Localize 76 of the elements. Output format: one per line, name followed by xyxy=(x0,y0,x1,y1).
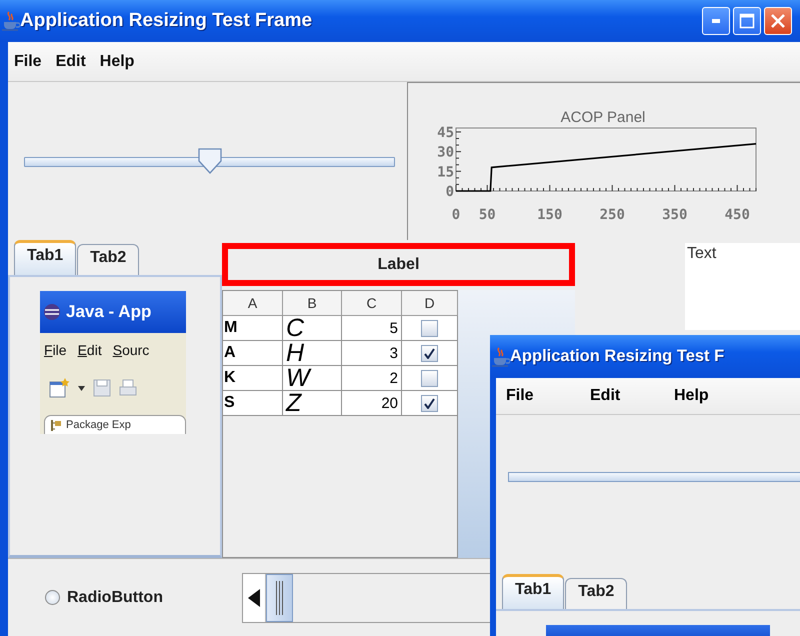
table-cell: 3 xyxy=(342,341,402,366)
radio-button[interactable] xyxy=(45,590,60,605)
menu-item[interactable]: Help xyxy=(94,52,142,70)
x-tick-label: 50 xyxy=(478,207,496,223)
radio-label[interactable]: RadioButton xyxy=(67,588,163,606)
tab[interactable]: Tab1 xyxy=(14,240,76,275)
scroll-left-button[interactable] xyxy=(243,574,266,622)
embedded-menu-item[interactable]: File xyxy=(44,342,67,358)
slider-thumb[interactable] xyxy=(198,148,222,174)
column-header[interactable]: B xyxy=(283,291,342,316)
table-cell: 20 xyxy=(342,391,402,416)
y-tick-label: 0 xyxy=(446,184,454,200)
caret-icon xyxy=(78,386,85,390)
y-tick-label: 30 xyxy=(437,144,454,161)
table-cell: S xyxy=(223,391,283,416)
table-cell: M xyxy=(223,316,283,341)
save-icon xyxy=(93,379,111,397)
new-file-icon xyxy=(48,377,70,399)
checkbox[interactable] xyxy=(421,370,438,386)
maximize-button[interactable] xyxy=(733,7,761,35)
menu-item[interactable]: Edit xyxy=(580,387,664,405)
coffee-cup-icon xyxy=(0,10,20,32)
table-cell: 2 xyxy=(342,366,402,391)
close-icon xyxy=(770,13,786,29)
menu-item[interactable]: File xyxy=(8,52,50,70)
embedded-menu-item[interactable]: Edit xyxy=(78,342,102,358)
left-arrow-icon xyxy=(248,588,260,606)
x-tick-label: 0 xyxy=(452,207,460,223)
menu-item[interactable]: Help xyxy=(664,387,748,405)
scrollbar-track[interactable] xyxy=(242,572,491,622)
grip-icon xyxy=(275,580,284,614)
tab[interactable]: Tab1 xyxy=(502,574,564,609)
checkbox[interactable] xyxy=(421,344,438,362)
column-header[interactable]: C xyxy=(342,291,402,316)
table-cell: A xyxy=(223,341,283,366)
x-tick-label: 350 xyxy=(662,207,688,223)
table-cell: 5 xyxy=(342,316,402,341)
maximize-icon xyxy=(739,13,755,29)
window-title: Application Resizing Test Frame xyxy=(20,10,312,32)
table-cell: C xyxy=(283,316,342,341)
close-button[interactable] xyxy=(764,7,792,35)
embedded-window-title: Java - App xyxy=(66,302,152,322)
table-cell: W xyxy=(283,366,342,391)
table-cell: K xyxy=(223,366,283,391)
checkmark-icon xyxy=(424,398,435,408)
chart-title: ACOP Panel xyxy=(560,109,646,126)
package-icon xyxy=(51,420,62,430)
y-tick-label: 45 xyxy=(437,124,454,141)
minimize-icon xyxy=(712,19,720,23)
slider-track[interactable] xyxy=(508,472,800,482)
tab[interactable]: Tab2 xyxy=(77,244,140,275)
menu-item[interactable]: Edit xyxy=(50,52,94,70)
column-header[interactable]: A xyxy=(223,291,283,316)
table-cell: H xyxy=(283,341,342,366)
scrollbar-thumb[interactable] xyxy=(266,574,293,622)
slider-track[interactable] xyxy=(24,148,395,174)
window-title: Application Resizing Test F xyxy=(510,347,724,366)
label-box: Label xyxy=(222,243,575,286)
sphere-icon xyxy=(43,303,61,321)
checkbox[interactable] xyxy=(421,320,438,336)
embedded-menu-item[interactable]: Sourc xyxy=(112,342,150,358)
menu-item[interactable]: File xyxy=(496,387,580,405)
checkmark-icon xyxy=(424,348,435,358)
print-icon xyxy=(119,379,137,397)
minimize-button[interactable] xyxy=(702,7,730,35)
coffee-cup-icon xyxy=(490,346,510,368)
text-area[interactable]: Text xyxy=(685,243,800,330)
checkbox[interactable] xyxy=(421,394,438,412)
x-tick-label: 450 xyxy=(724,207,750,223)
table-cell: Z xyxy=(283,391,342,416)
x-tick-label: 150 xyxy=(537,207,562,223)
y-tick-label: 15 xyxy=(437,164,454,180)
x-tick-label: 250 xyxy=(600,207,625,223)
column-header[interactable]: D xyxy=(402,291,458,316)
tab[interactable]: Tab2 xyxy=(565,578,628,609)
view-tab[interactable]: Package Exp xyxy=(44,415,186,434)
